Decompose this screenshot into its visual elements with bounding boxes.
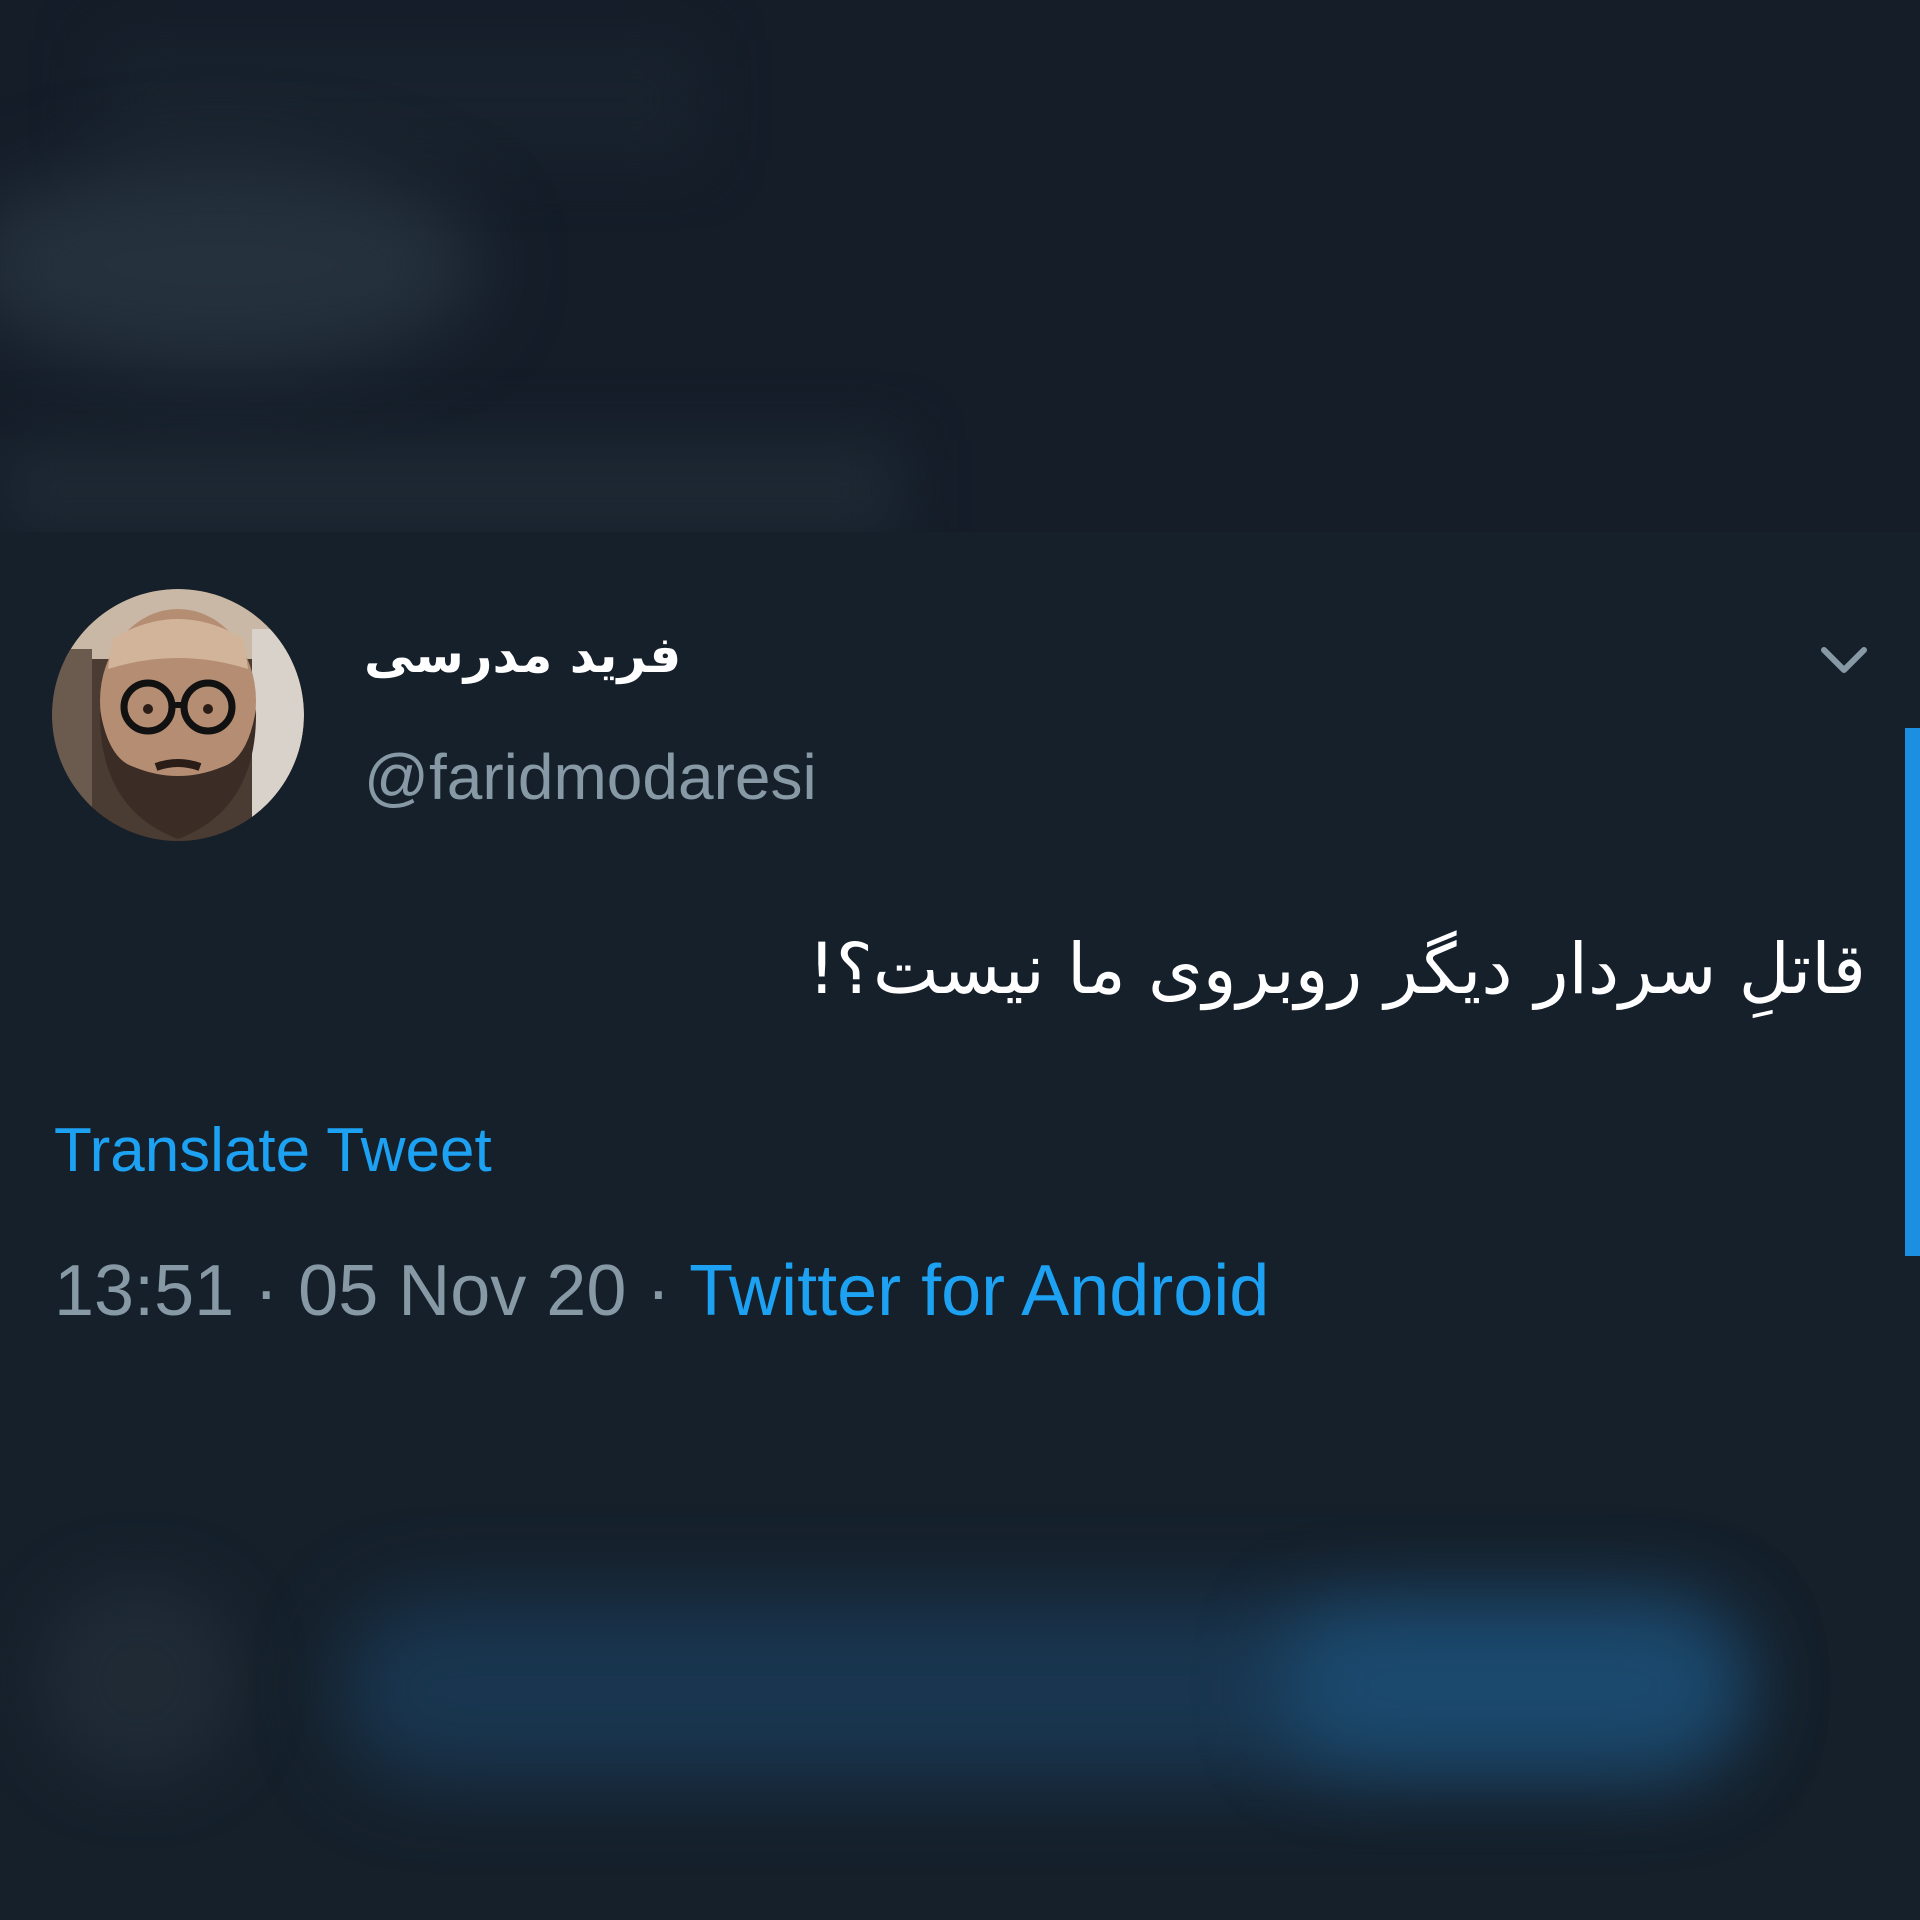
- blurred-block: [40, 1580, 240, 1780]
- blurred-block: [0, 440, 900, 532]
- blurred-block: [0, 160, 480, 370]
- blurred-action-bar: [0, 1500, 1920, 1920]
- tweet-time[interactable]: 13:51: [54, 1251, 234, 1331]
- translate-tweet-link[interactable]: Translate Tweet: [54, 1113, 492, 1189]
- blurred-previous-content: [0, 0, 1920, 532]
- tweet-screenshot: فرید مدرسی @faridmodaresi قاتلِ سردار دی…: [0, 0, 1920, 1920]
- separator: ·: [234, 1251, 299, 1331]
- tweet-date[interactable]: 05 Nov 20: [298, 1251, 626, 1331]
- separator: ·: [626, 1251, 690, 1331]
- user-handle[interactable]: @faridmodaresi: [364, 742, 817, 812]
- display-name[interactable]: فرید مدرسی: [364, 620, 724, 690]
- blurred-block: [100, 40, 700, 160]
- blurred-block: [1280, 1610, 1740, 1760]
- tweet-metadata: 13:51 · 05 Nov 20 · Twitter for Android: [54, 1246, 1269, 1336]
- tweet-text: قاتلِ سردار دیگر روبروی ما نیست؟!: [807, 928, 1866, 1010]
- profile-avatar-image: [52, 589, 304, 841]
- chevron-down-icon[interactable]: [1818, 640, 1870, 680]
- avatar[interactable]: [52, 589, 304, 841]
- scroll-indicator: [1905, 728, 1920, 1256]
- tweet-source-link[interactable]: Twitter for Android: [689, 1251, 1269, 1331]
